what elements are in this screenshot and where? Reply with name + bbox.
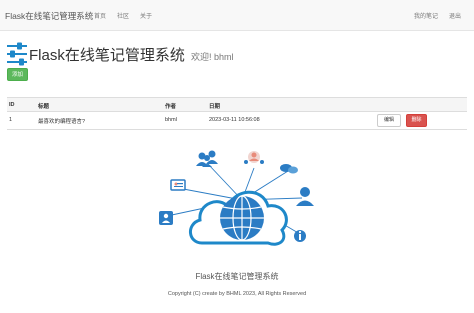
page-header: Flask在线笔记管理系统 欢迎! bhml <box>6 42 406 66</box>
info-icon <box>294 230 306 242</box>
chat-icon <box>280 164 298 174</box>
cell-date: 2023-03-11 10:56:08 <box>209 117 260 123</box>
column-header-id: ID <box>9 102 15 108</box>
nav-link-home[interactable]: 首页 <box>94 11 106 20</box>
table-row: 1 最喜欢的编程语言? bhml 2023-03-11 10:56:08 编辑 … <box>7 112 467 130</box>
page-title: Flask在线笔记管理系统 <box>29 47 185 64</box>
cell-title[interactable]: 最喜欢的编程语言? <box>38 117 85 125</box>
navbar-brand[interactable]: Flask在线笔记管理系统 <box>5 10 93 22</box>
user-group-icon <box>196 150 218 167</box>
cell-id: 1 <box>9 117 13 123</box>
column-header-title: 标题 <box>38 104 50 110</box>
nav-link-community[interactable]: 社区 <box>117 11 129 20</box>
copyright-text: Copyright (C) create by BHML 2023, All R… <box>167 291 307 297</box>
table-header: ID 标题 作者 日期 <box>7 97 467 112</box>
people-network-icon <box>244 151 264 164</box>
cell-author: bhml <box>165 117 177 123</box>
nav-link-about[interactable]: 关于 <box>140 11 152 20</box>
globe-icon <box>220 195 264 241</box>
monitor-icon <box>170 179 186 191</box>
user-icon <box>296 187 314 206</box>
add-button[interactable]: 添加 <box>7 68 28 81</box>
edit-button[interactable]: 编辑 <box>377 114 401 127</box>
column-header-author: 作者 <box>165 104 177 110</box>
nav-link-logout[interactable]: 退出 <box>449 11 461 20</box>
sliders-icon <box>7 42 27 66</box>
navbar: Flask在线笔记管理系统 首页 社区 关于 我的笔记 退出 <box>0 0 474 31</box>
column-header-date: 日期 <box>209 104 221 110</box>
nav-link-my-notes[interactable]: 我的笔记 <box>414 11 438 20</box>
footer-title: Flask在线笔记管理系统 <box>195 272 279 281</box>
cloud-network-illustration <box>159 150 314 246</box>
delete-button[interactable]: 删除 <box>406 114 427 127</box>
welcome-text: 欢迎! bhml <box>191 52 234 62</box>
contact-card-icon <box>159 211 173 225</box>
